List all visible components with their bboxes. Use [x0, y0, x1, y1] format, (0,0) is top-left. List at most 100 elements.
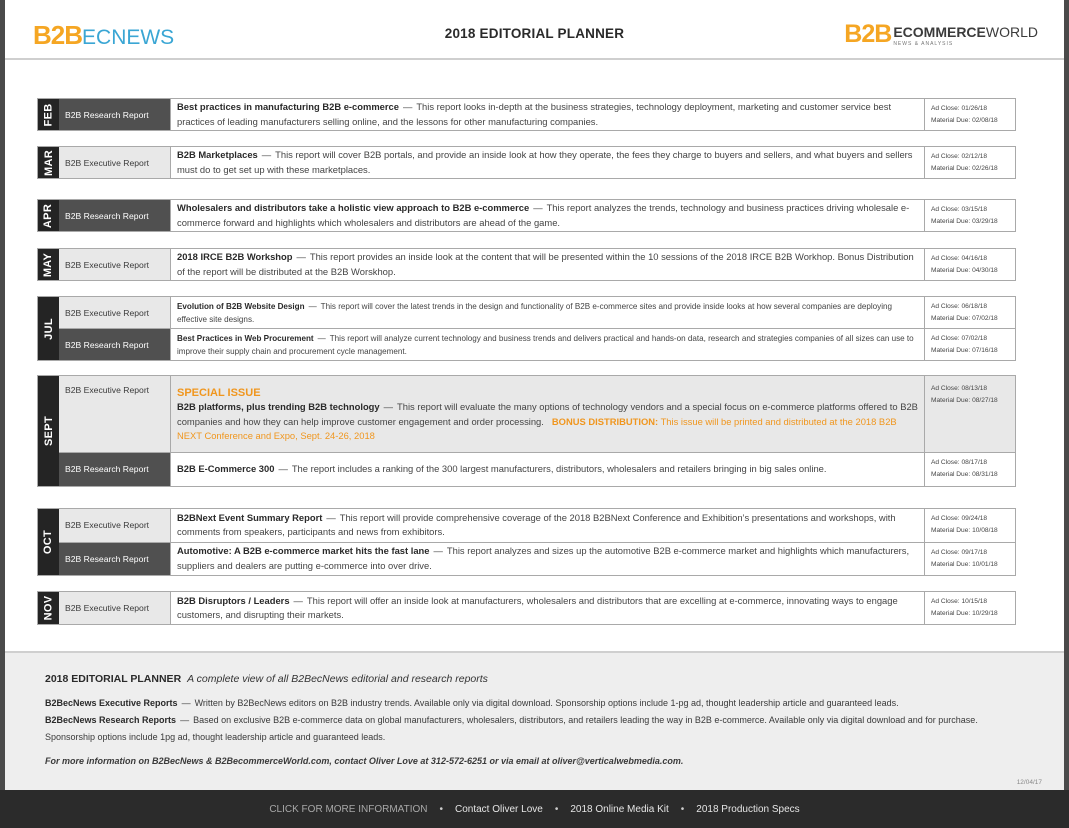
material-due-value: 10/08/18	[972, 527, 998, 535]
material-due-label: Material Due:	[931, 610, 971, 617]
contact-line: For more information on B2BecNews & B2Be…	[45, 756, 684, 766]
month-label: MAY	[42, 252, 55, 277]
online-media-kit-link[interactable]: 2018 Online Media Kit	[570, 804, 668, 815]
month-label-tab: OCT	[38, 509, 59, 575]
logo-right-world: WORLD	[985, 24, 1038, 40]
report-description-cell: 2018 IRCE B2B Workshop — This report provi…	[170, 249, 925, 280]
report-dash: —	[317, 333, 326, 343]
ad-close-date: Ad Close: 02/12/18	[931, 151, 1009, 163]
logo-right-b2b-text: B2B	[844, 20, 892, 48]
material-due-date: Material Due: 10/08/18	[931, 525, 1009, 537]
report-text: This report will cover B2B portals, and …	[177, 149, 913, 175]
month-block-jul: JUL B2B Executive Report Evolution of B2B …	[37, 296, 1016, 361]
ad-close-label: Ad Close:	[931, 205, 960, 213]
material-due-label: Material Due:	[931, 471, 971, 479]
report-dash: —	[308, 301, 317, 311]
report-row: B2B Research Report Automotive: A B2B e-c…	[59, 541, 1015, 575]
report-row: B2B Research Report Wholesalers and distr…	[59, 200, 1015, 231]
report-type: B2B Executive Report	[59, 509, 170, 542]
month-label: SEPT	[42, 416, 55, 446]
material-due-date: Material Due: 02/26/18	[931, 163, 1009, 175]
ad-close-label: Ad Close:	[931, 254, 960, 262]
ad-close-value: 10/15/18	[961, 598, 988, 605]
report-dash: —	[533, 202, 543, 213]
month-label-tab: APR	[38, 200, 59, 231]
month-block-oct: OCT B2B Executive Report B2BNext Event Sum…	[37, 508, 1016, 576]
material-due-label: Material Due:	[931, 346, 971, 354]
material-due-value: 02/26/18	[972, 164, 998, 172]
report-title: B2B Disruptors / Leaders	[177, 594, 290, 606]
ad-close-value: 08/13/18	[961, 385, 988, 392]
month-label: OCT	[42, 529, 55, 555]
report-type: B2B Executive Report	[59, 249, 170, 280]
month-label-tab: MAY	[38, 249, 59, 280]
report-description: B2B E-Commerce 300— The report includes a…	[177, 462, 918, 477]
material-due-label: Material Due:	[931, 217, 971, 225]
report-description-cell: Evolution of B2B Website Design — This rep…	[170, 297, 925, 328]
month-label: FEB	[42, 103, 55, 126]
report-description: Automotive: A B2B e-commerce market hits…	[177, 544, 918, 573]
planner-info-section: 2018 EDITORIAL PLANNER A complete view of…	[5, 651, 1064, 790]
ad-close-value: 03/15/18	[961, 205, 988, 213]
right-frame-border	[1064, 0, 1069, 828]
month-label: NOV	[42, 595, 55, 621]
report-description-cell: Automotive: A B2B e-commerce market hits…	[170, 542, 925, 575]
special-issue-label: SPECIAL ISSUE	[177, 387, 261, 399]
report-dates: Ad Close: 07/02/18 Material Due: 07/16/18	[925, 329, 1015, 360]
month-label: MAR	[42, 149, 55, 176]
material-due-date: Material Due: 07/02/18	[931, 313, 1009, 325]
ad-close-value: 08/17/18	[961, 459, 988, 467]
report-row: B2B Research Report Best practices in man…	[59, 99, 1015, 130]
material-due-value: 10/01/18	[972, 560, 998, 568]
month-block-sept: SEPT B2B Executive Report SPECIAL ISSUE B2B…	[37, 375, 1016, 487]
info-title: 2018 EDITORIAL PLANNER	[45, 673, 182, 685]
report-description: Best Practices in Web Procurement — This r…	[177, 332, 918, 358]
ad-close-label: Ad Close:	[931, 104, 960, 112]
report-description: Wholesalers and distributors take a holi…	[177, 201, 918, 230]
report-description: Evolution of B2B Website Design — This rep…	[177, 300, 918, 326]
report-row: B2B Executive Report B2B Disruptors / Lea…	[59, 592, 1015, 624]
report-dates: Ad Close: 09/24/18 Material Due: 10/08/18	[925, 509, 1015, 542]
material-due-label: Material Due:	[931, 560, 971, 568]
ad-close-date: Ad Close: 04/16/18	[931, 253, 1009, 265]
report-description-cell: B2B E-Commerce 300— The report includes a…	[170, 452, 925, 486]
report-description-cell: SPECIAL ISSUE B2B platforms, plus trendin…	[170, 376, 925, 452]
ad-close-value: 09/24/18	[961, 515, 988, 523]
report-type: B2B Research Report	[59, 99, 170, 130]
report-dates: Ad Close: 03/15/18 Material Due: 03/29/18	[925, 200, 1015, 231]
contact-oliver-love-link[interactable]: Contact Oliver Love	[455, 804, 543, 815]
bonus-distribution-label: BONUS DISTRIBUTION:	[551, 415, 659, 427]
material-due-date: Material Due: 04/30/18	[931, 265, 1009, 277]
material-due-date: Material Due: 08/27/18	[931, 395, 1009, 407]
logo-right-tagline: NEWS & ANALYSIS	[893, 41, 954, 47]
material-due-value: 07/02/18	[972, 314, 998, 322]
report-dates: Ad Close: 10/15/18 Material Due: 10/29/18	[925, 592, 1015, 624]
report-type: B2B Executive Report	[59, 297, 170, 328]
ad-close-date: Ad Close: 10/15/18	[931, 596, 1009, 608]
material-due-label: Material Due:	[931, 116, 971, 124]
report-dates: Ad Close: 08/13/18 Material Due: 08/27/18	[925, 376, 1015, 452]
report-title: B2B platforms, plus trending B2B technol…	[177, 401, 380, 412]
material-due-date: Material Due: 07/16/18	[931, 345, 1009, 357]
report-title: Best Practices in Web Procurement	[177, 333, 314, 343]
material-due-label: Material Due:	[931, 527, 971, 535]
report-description: B2BNext Event Summary Report — This report…	[177, 511, 918, 540]
report-type: B2B Executive Report	[59, 592, 170, 624]
month-label-tab: JUL	[38, 297, 59, 360]
logo-right-ecommerce: ECOMMERCE	[893, 24, 986, 40]
report-row: B2B Executive Report B2B Marketplaces — Thi…	[59, 147, 1015, 178]
ad-close-value: 06/18/18	[961, 302, 988, 310]
month-block-may: MAY B2B Executive Report 2018 IRCE B2B Wor…	[37, 248, 1016, 281]
report-description-cell: Best practices in manufacturing B2B e-co…	[170, 99, 925, 130]
report-description: B2B platforms, plus trending B2B technol…	[177, 400, 918, 444]
report-dates: Ad Close: 08/17/18 Material Due: 08/31/18	[925, 453, 1015, 486]
material-due-date: Material Due: 02/08/18	[931, 115, 1009, 127]
research-reports-description: B2BecNews Research Reports — Based on excl…	[45, 715, 978, 742]
ad-close-date: Ad Close: 07/02/18	[931, 333, 1009, 345]
production-specs-link[interactable]: 2018 Production Specs	[696, 804, 799, 815]
month-label-tab: FEB	[38, 99, 59, 130]
report-title: B2B Marketplaces	[177, 149, 258, 160]
material-due-label: Material Due:	[931, 397, 971, 404]
ad-close-label: Ad Close:	[931, 302, 960, 310]
report-dates: Ad Close: 06/18/18 Material Due: 07/02/18	[925, 297, 1015, 328]
